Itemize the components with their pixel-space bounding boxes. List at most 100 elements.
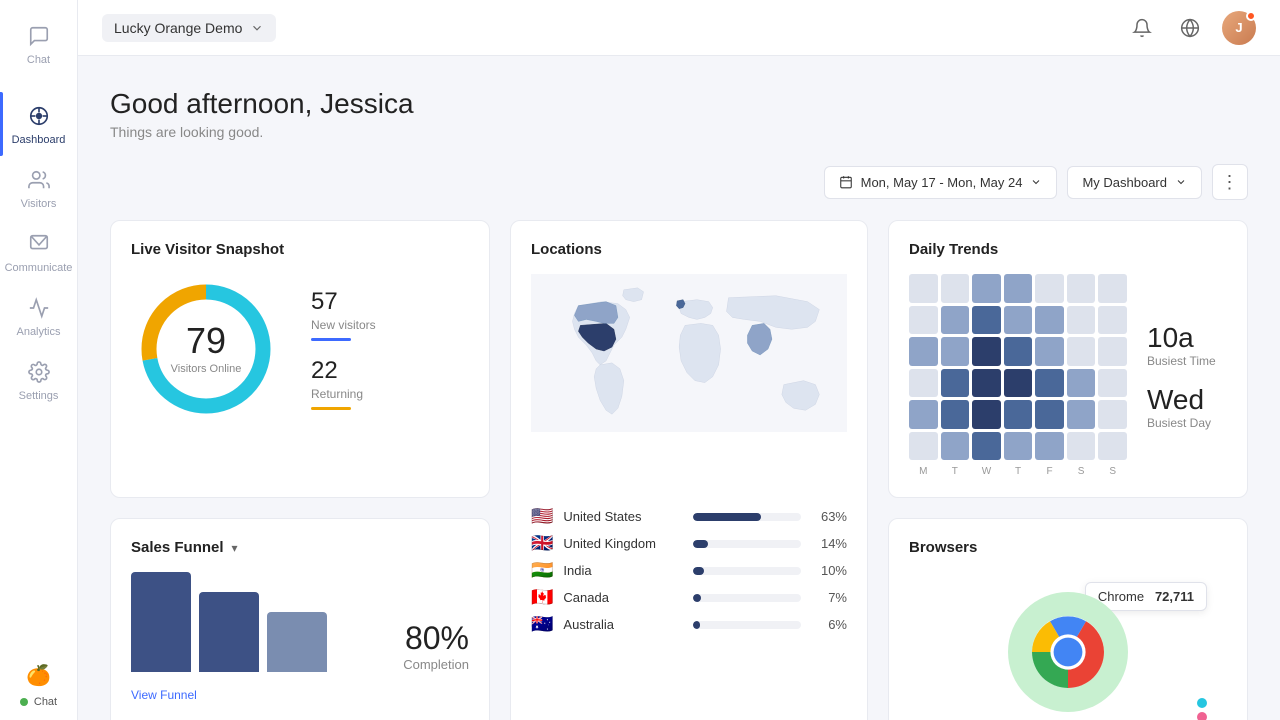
location-bar-bg [693,540,801,548]
heatmap-cell [1067,369,1096,398]
heatmap-cell [1098,306,1127,335]
visitors-donut-chart: 79 Visitors Online [131,274,281,424]
heatmap-cell [1035,306,1064,335]
sidebar-item-dashboard[interactable]: Dashboard [0,92,77,156]
heatmap-day-label: T [1004,466,1033,477]
heatmap-cell [972,306,1001,335]
date-picker-button[interactable]: Mon, May 17 - Mon, May 24 [824,166,1058,199]
daily-trends-card: Daily Trends MTWTFSS 10a Busiest Time We… [888,220,1248,498]
site-selector[interactable]: Lucky Orange Demo [102,14,276,42]
location-bar-fill [693,594,701,602]
heatmap-day-label: F [1035,466,1064,477]
heatmap-cell [972,432,1001,461]
trends-grid-wrapper: MTWTFSS 10a Busiest Time Wed Busiest Day [909,274,1227,477]
sidebar-item-analytics[interactable]: Analytics [0,284,77,348]
chrome-value: 72,711 [1155,589,1194,604]
funnel-pct-label: Completion [403,657,469,672]
globe-icon[interactable] [1174,12,1206,44]
location-list: 🇺🇸 United States 63% 🇬🇧 United Kingdom 1… [531,506,847,635]
heatmap-cell [1035,274,1064,303]
location-flag: 🇮🇳 [531,560,553,581]
heatmap-cell [941,274,970,303]
funnel-bar [267,612,327,672]
sidebar-item-chat-top[interactable]: Chat [0,12,77,76]
heatmap-day-label: S [1098,466,1127,477]
heatmap-cell [1098,400,1127,429]
heatmap-cell [1098,369,1127,398]
heatmap-days: MTWTFSS [909,466,1127,477]
more-options-button[interactable]: ⋮ [1212,164,1248,200]
location-name: Canada [563,590,683,605]
funnel-completion: 80% Completion [403,620,469,672]
heatmap-cell [1067,432,1096,461]
locations-card: Locations [510,220,868,720]
chat-bottom[interactable]: Chat [20,696,57,708]
sidebar-item-settings[interactable]: Settings [0,348,77,412]
sidebar-item-label: Analytics [16,326,60,338]
funnel-header: Sales Funnel ▾ [131,539,469,556]
chat-status-dot [20,698,28,706]
browsers-chart: Chrome 72,711 [909,572,1227,720]
heatmap-cell [909,337,938,366]
topbar-right: J [1126,11,1256,45]
fruit-icon[interactable]: 🍊 [26,663,51,688]
dashboard-selector-button[interactable]: My Dashboard [1067,166,1202,199]
heatmap-cell [1035,369,1064,398]
heatmap-cell [1004,274,1033,303]
new-visitors-count: 57 [311,288,376,316]
heatmap-cell [972,274,1001,303]
sidebar-item-label: Dashboard [12,134,66,146]
chrome-circle [1008,592,1128,712]
heatmap-cell [1067,337,1096,366]
heatmap-cell [1004,400,1033,429]
busiest-time-value: 10a [1147,322,1227,354]
heatmap-cell [941,369,970,398]
browser-dot-2 [1197,712,1207,720]
chrome-logo-svg [1028,612,1108,692]
sales-funnel-card: Sales Funnel ▾ 80% Completion View Funne… [110,518,490,720]
location-row: 🇨🇦 Canada 7% [531,587,847,608]
trends-title: Daily Trends [909,241,1227,258]
sidebar-item-label: Chat [27,54,50,66]
world-map-svg [531,274,847,432]
dashboard-icon [25,102,53,130]
sidebar-item-label: Visitors [21,198,57,210]
visitors-count: 79 [171,323,242,359]
location-name: Australia [563,617,683,632]
user-avatar[interactable]: J [1222,11,1256,45]
new-visitors-stat: 57 New visitors [311,288,376,341]
chat-icon [25,22,53,50]
returning-bar [311,407,351,410]
heatmap-cell [909,432,938,461]
browsers-card: Browsers Chrome 72,711 [888,518,1248,720]
sidebar-bottom: 🍊 Chat [20,663,57,708]
location-bar-fill [693,567,704,575]
chat-bottom-label: Chat [34,696,57,708]
notification-bell-icon[interactable] [1126,12,1158,44]
location-bar-fill [693,540,708,548]
busiest-time-stat: 10a Busiest Time [1147,322,1227,368]
location-flag: 🇺🇸 [531,506,553,527]
busiest-time-label: Busiest Time [1147,354,1227,368]
heatmap-cell [941,306,970,335]
location-bar-fill [693,621,699,629]
heatmap-cell [1067,274,1096,303]
sidebar-item-visitors[interactable]: Visitors [0,156,77,220]
toolbar-row: Mon, May 17 - Mon, May 24 My Dashboard ⋮ [110,164,1248,200]
heatmap-cell [972,337,1001,366]
view-funnel-button[interactable]: View Funnel [131,680,197,710]
heatmap-cell [1004,306,1033,335]
heatmap-cell [909,400,938,429]
busiest-day-stat: Wed Busiest Day [1147,384,1227,430]
sidebar-item-communicate[interactable]: Communicate [0,220,77,284]
snapshot-inner: 79 Visitors Online 57 New visitors 22 Re… [131,274,469,424]
cards-grid: Live Visitor Snapshot 79 [110,220,1248,720]
heatmap-cell [1004,432,1033,461]
location-pct: 7% [811,590,847,605]
heatmap-cell [1098,432,1127,461]
funnel-dropdown-icon[interactable]: ▾ [232,541,238,555]
location-bar-bg [693,513,801,521]
location-pct: 6% [811,617,847,632]
heatmap-cell [1067,306,1096,335]
busiest-day-value: Wed [1147,384,1227,416]
